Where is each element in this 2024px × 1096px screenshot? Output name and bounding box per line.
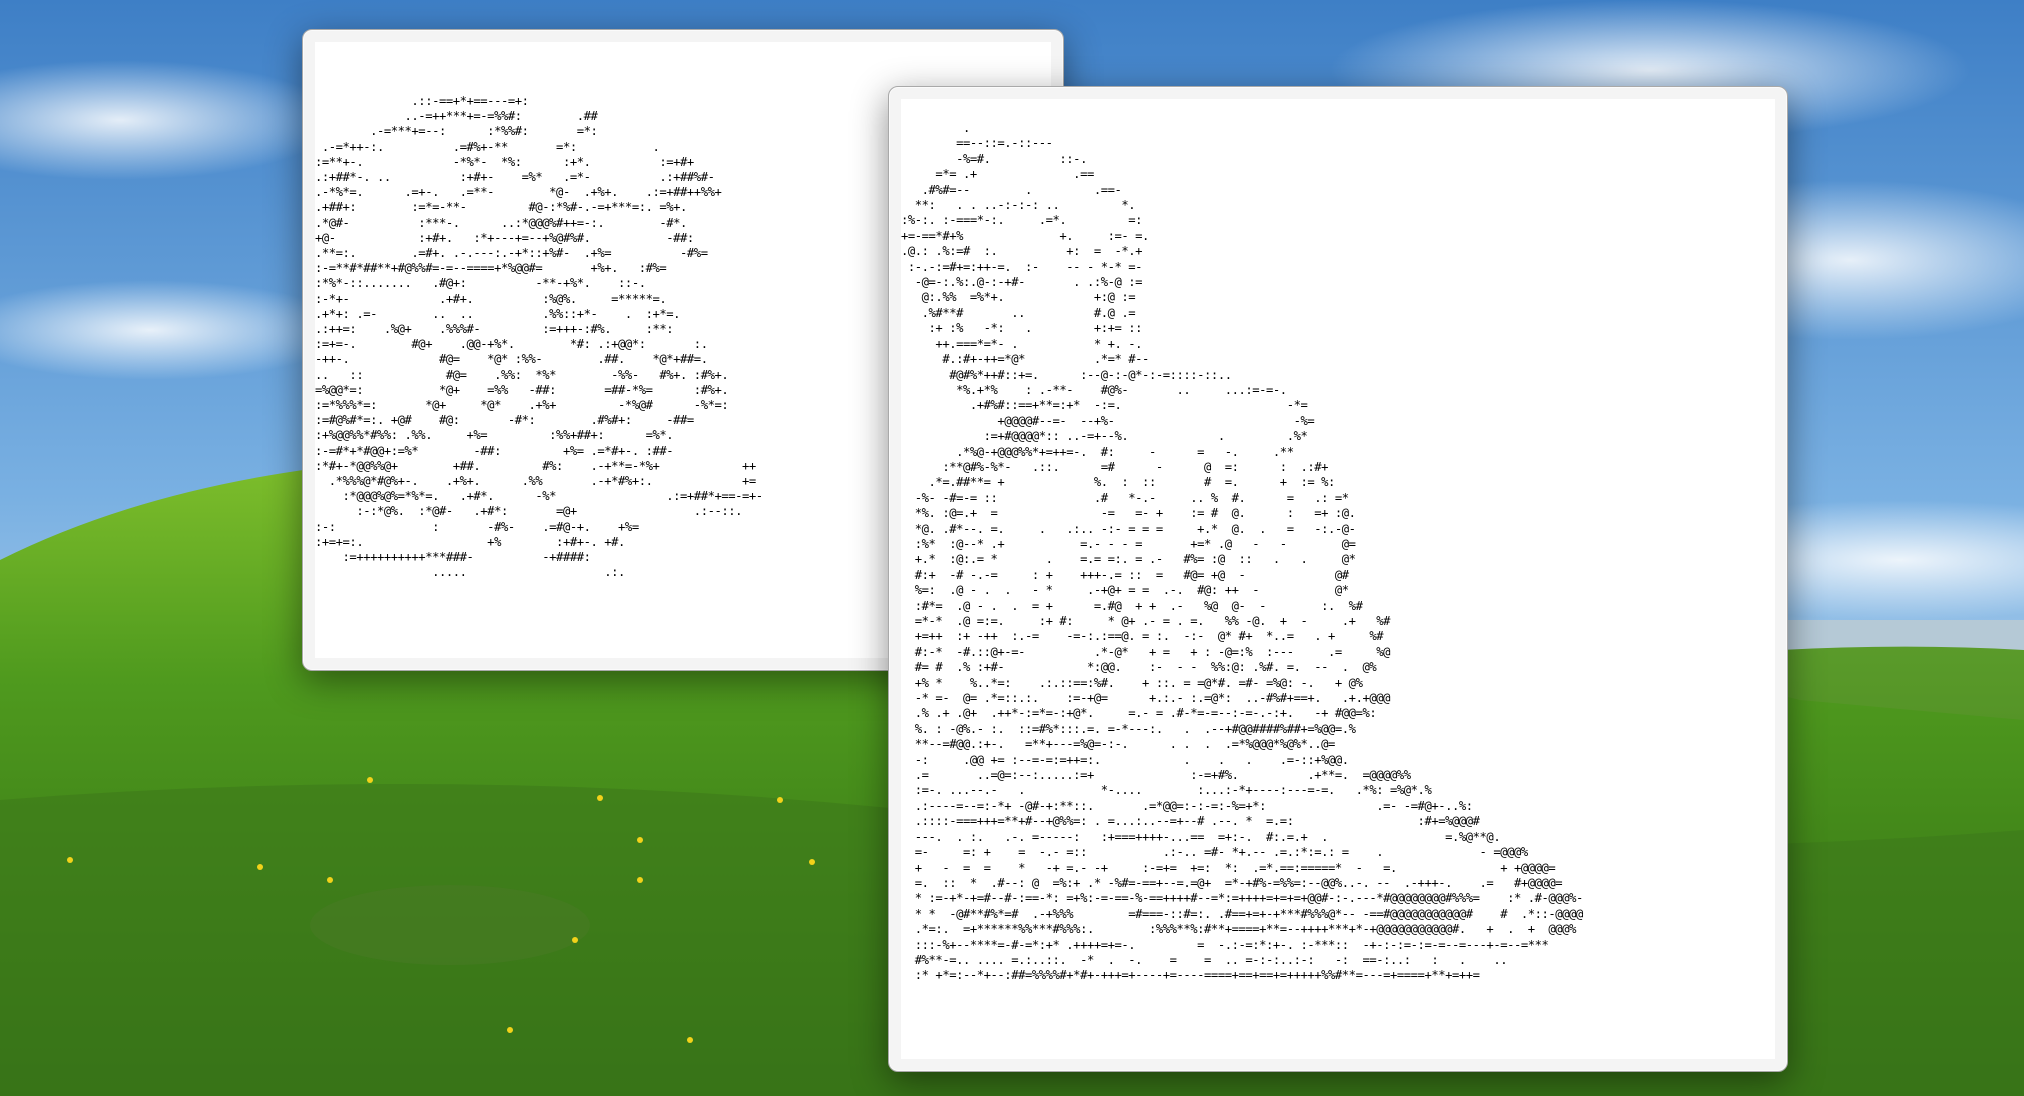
ascii-art-back: .::-==+*+==---=+: ..-=++***+=-=%%#: .## … [315,94,763,580]
ascii-art-front: . ==--::=.-::--- -%=#. ::-. =*= .+ .== .… [901,121,1583,983]
ascii-canvas-front: . ==--::=.-::--- -%=#. ::-. =*= .+ .== .… [901,99,1775,1059]
ascii-window-front[interactable]: . ==--::=.-::--- -%=#. ::-. =*= .+ .== .… [888,86,1788,1072]
